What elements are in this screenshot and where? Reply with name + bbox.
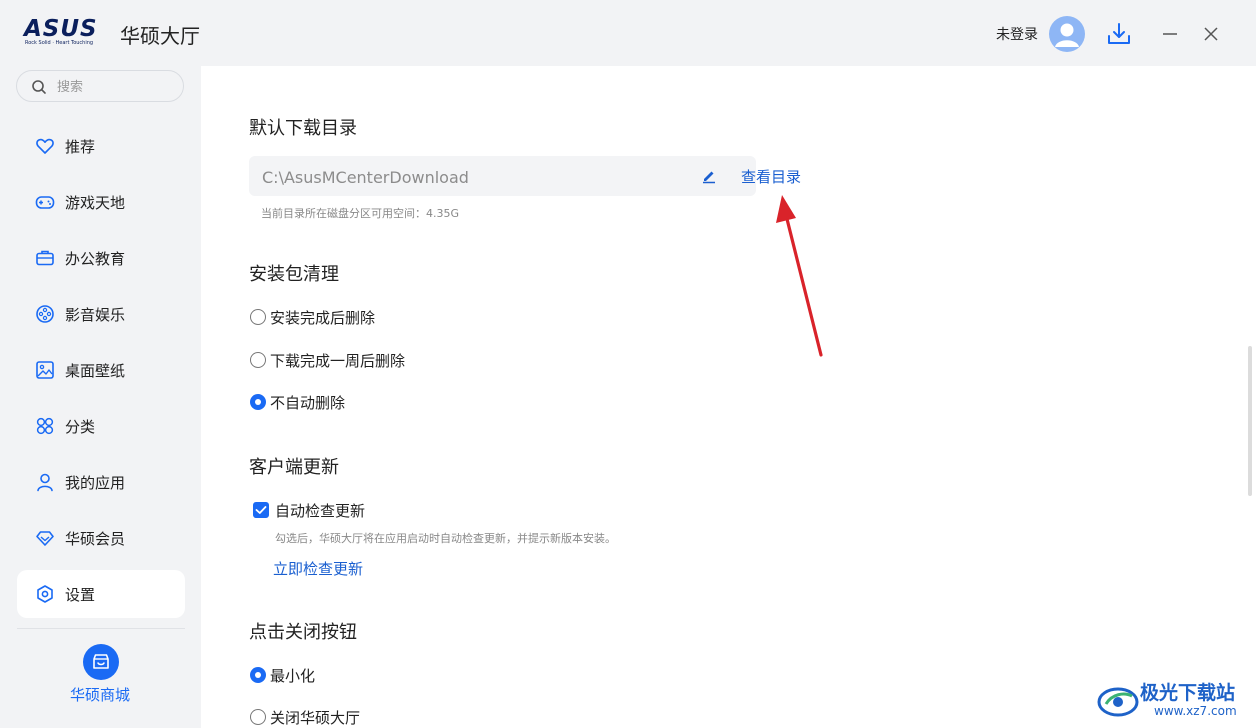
image-icon: [36, 361, 54, 379]
sidebar-item-category[interactable]: 分类: [17, 402, 185, 450]
section-title-package-cleanup: 安装包清理: [249, 264, 339, 285]
watermark-url: www.xz7.com: [1154, 704, 1237, 718]
settings-panel: 默认下载目录 查看目录 当前目录所在磁盘分区可用空间：4.35G 安装包清理 安…: [201, 66, 1256, 728]
radio-button-checked[interactable]: [250, 667, 266, 683]
store-button[interactable]: [83, 644, 119, 680]
search-box[interactable]: [16, 70, 184, 102]
sidebar-item-label: 设置: [65, 586, 96, 604]
minimize-button[interactable]: [1156, 20, 1184, 48]
view-directory-link[interactable]: 查看目录: [741, 166, 801, 187]
annotation-arrow-icon: [776, 195, 823, 357]
sidebar-item-media[interactable]: 影音娱乐: [17, 290, 185, 338]
edit-pencil-icon[interactable]: [700, 167, 718, 185]
app-title: 华硕大厅: [120, 24, 200, 48]
close-option-exit[interactable]: 关闭华硕大厅: [250, 707, 360, 727]
heart-icon: [36, 138, 54, 154]
cleanup-option-after-install[interactable]: 安装完成后删除: [250, 307, 375, 327]
sidebar-item-label: 分类: [65, 418, 96, 436]
section-title-client-update: 客户端更新: [249, 457, 339, 478]
disk-space-hint: 当前目录所在磁盘分区可用空间：4.35G: [261, 207, 460, 220]
radio-button[interactable]: [250, 309, 266, 325]
sidebar-item-label: 影音娱乐: [65, 306, 126, 324]
sidebar-item-label: 华硕会员: [65, 530, 126, 548]
briefcase-icon: [36, 250, 54, 266]
checkmark-icon: [255, 506, 267, 514]
asus-logo: ASUS Rock Solid · Heart Touching: [24, 16, 108, 47]
diamond-icon: [36, 531, 54, 546]
radio-button[interactable]: [250, 709, 266, 725]
download-button[interactable]: [1105, 20, 1133, 48]
download-icon: [1108, 23, 1130, 44]
sidebar-item-membership[interactable]: 华硕会员: [17, 514, 185, 562]
login-status[interactable]: 未登录: [996, 24, 1038, 44]
scrollbar[interactable]: [1248, 346, 1252, 496]
sidebar-item-recommend[interactable]: 推荐: [17, 122, 185, 170]
sidebar-item-settings[interactable]: 设置: [17, 570, 185, 618]
close-icon: [1204, 27, 1218, 41]
store-label[interactable]: 华硕商城: [50, 684, 150, 705]
minimize-icon: [1163, 33, 1177, 35]
user-icon: [37, 473, 53, 492]
watermark-logo-icon: [1097, 687, 1139, 717]
sidebar-item-games[interactable]: 游戏天地: [17, 178, 185, 226]
close-option-minimize[interactable]: 最小化: [250, 665, 315, 685]
sidebar-item-label: 游戏天地: [65, 194, 126, 212]
option-label: 最小化: [270, 666, 316, 685]
settings-icon: [37, 585, 53, 603]
search-input[interactable]: [55, 76, 179, 98]
grid-icon: [36, 417, 54, 435]
download-dir-box[interactable]: [249, 156, 756, 196]
check-update-now-link[interactable]: 立即检查更新: [273, 558, 363, 579]
logo-tagline: Rock Solid · Heart Touching: [25, 40, 94, 46]
auto-check-label[interactable]: 自动检查更新: [275, 500, 365, 521]
sidebar-item-wallpaper[interactable]: 桌面壁纸: [17, 346, 185, 394]
gamepad-icon: [35, 196, 55, 209]
option-label: 关闭华硕大厅: [270, 708, 361, 727]
store-icon: [93, 654, 109, 669]
sidebar-item-label: 办公教育: [65, 250, 126, 268]
sidebar-item-office[interactable]: 办公教育: [17, 234, 185, 282]
user-avatar-icon: [1055, 23, 1079, 47]
close-button[interactable]: [1197, 20, 1225, 48]
watermark-text: 极光下载站: [1140, 682, 1236, 704]
sidebar-divider: [17, 628, 185, 629]
search-icon: [32, 80, 46, 94]
sidebar-item-label: 桌面壁纸: [65, 362, 126, 380]
sidebar-item-my-apps[interactable]: 我的应用: [17, 458, 185, 506]
option-label: 安装完成后删除: [270, 308, 376, 327]
download-dir-field[interactable]: [260, 164, 694, 190]
auto-check-checkbox[interactable]: [253, 502, 269, 518]
sidebar: 推荐 游戏天地 办公教育 影音娱乐: [0, 66, 200, 728]
radio-button-checked[interactable]: [250, 394, 266, 410]
section-title-download-dir: 默认下载目录: [249, 118, 357, 139]
avatar[interactable]: [1049, 16, 1085, 52]
logo-word: ASUS: [24, 16, 98, 42]
cleanup-option-after-week[interactable]: 下载完成一周后删除: [250, 350, 405, 370]
title-bar: ASUS Rock Solid · Heart Touching 华硕大厅 未登…: [0, 0, 1256, 66]
radio-button[interactable]: [250, 352, 266, 368]
option-label: 不自动删除: [270, 393, 346, 412]
sidebar-item-label: 推荐: [65, 138, 96, 156]
film-reel-icon: [36, 305, 54, 323]
sidebar-item-label: 我的应用: [65, 474, 126, 492]
cleanup-option-never[interactable]: 不自动删除: [250, 392, 345, 412]
option-label: 下载完成一周后删除: [270, 351, 406, 370]
watermark: 极光下载站 www.xz7.com: [1096, 672, 1256, 728]
auto-update-hint: 勾选后，华硕大厅将在应用启动时自动检查更新，并提示新版本安装。: [275, 532, 616, 545]
section-title-close-button: 点击关闭按钮: [249, 622, 357, 643]
